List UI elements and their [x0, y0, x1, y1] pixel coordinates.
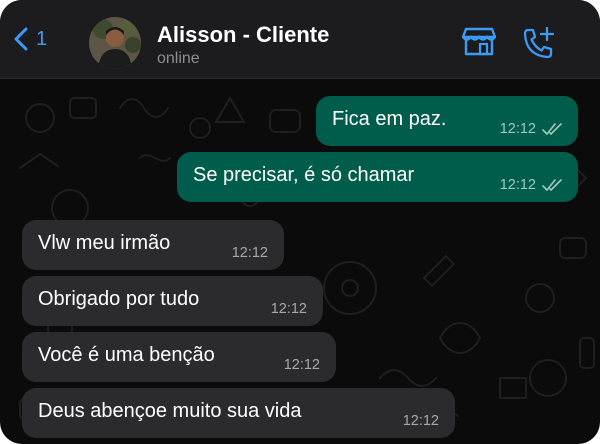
message-bubble-incoming[interactable]: Obrigado por tudo 12:12	[22, 276, 323, 326]
message-time: 12:12	[283, 357, 320, 373]
message-bubble-outgoing[interactable]: Se precisar, é só chamar 12:12	[177, 152, 578, 202]
message-text: Você é uma benção	[38, 344, 215, 366]
message-time: 12:12	[402, 413, 439, 429]
message-bubble-incoming[interactable]: Você é uma benção 12:12	[22, 332, 336, 382]
message-bubble-incoming[interactable]: Vlw meu irmão 12:12	[22, 220, 284, 270]
message-text: Se precisar, é só chamar	[193, 164, 415, 186]
message-time: 12:12	[499, 177, 536, 193]
call-button[interactable]	[522, 26, 556, 64]
read-receipt-icon	[542, 123, 562, 135]
unread-count: 1	[36, 28, 48, 50]
read-receipt-icon	[542, 179, 562, 191]
back-button[interactable]: 1	[14, 26, 47, 52]
message-time: 12:12	[499, 121, 536, 137]
message-bubble-incoming[interactable]: Deus abençoe muito sua vida 12:12	[22, 388, 455, 438]
contact-status: online	[157, 50, 200, 67]
phone-add-icon	[523, 26, 555, 59]
chevron-left-icon	[14, 27, 28, 51]
message-text: Deus abençoe muito sua vida	[38, 400, 302, 422]
storefront-icon	[461, 27, 497, 56]
message-time: 12:12	[231, 245, 268, 261]
message-text: Fica em paz.	[332, 108, 447, 130]
message-bubble-outgoing[interactable]: Fica em paz. 12:12	[316, 96, 578, 146]
chat-header: 1 Alisson - Cliente online	[0, 0, 600, 79]
avatar[interactable]	[89, 17, 141, 69]
message-text: Obrigado por tudo	[38, 288, 200, 310]
message-time: 12:12	[270, 301, 307, 317]
contact-name[interactable]: Alisson - Cliente	[157, 22, 329, 48]
message-text: Vlw meu irmão	[38, 232, 171, 254]
chat-screen: 1 Alisson - Cliente online Fica em paz. …	[0, 0, 600, 444]
business-profile-button[interactable]	[461, 26, 497, 61]
